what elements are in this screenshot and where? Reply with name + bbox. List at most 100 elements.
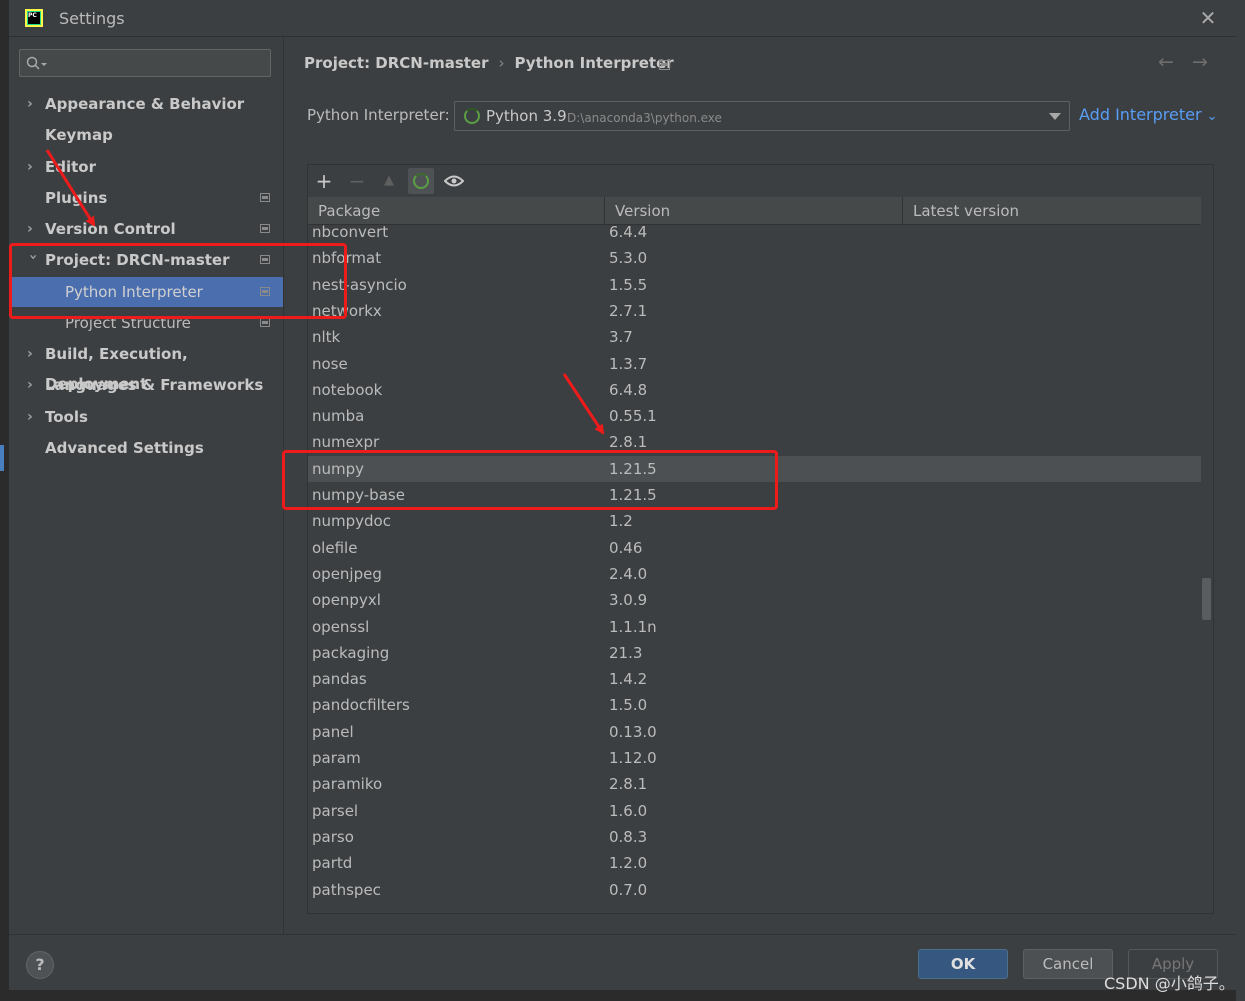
package-name-cell: openpyxl (312, 591, 381, 609)
column-header-package[interactable]: Package (308, 197, 605, 225)
sidebar-item-languages[interactable]: › Languages & Frameworks (9, 370, 283, 400)
back-arrow-icon[interactable]: ← (1158, 51, 1174, 73)
table-row[interactable]: parso 0.8.3 (308, 824, 1201, 850)
table-row[interactable]: openjpeg 2.4.0 (308, 561, 1201, 587)
sidebar-item-tools[interactable]: › Tools (9, 402, 283, 432)
settings-search-input[interactable] (19, 49, 271, 77)
table-row[interactable]: pathspec 0.7.0 (308, 877, 1201, 903)
interpreter-dropdown[interactable]: Python 3.9 D:\anaconda3\python.exe (454, 101, 1070, 131)
table-row[interactable]: param 1.12.0 (308, 745, 1201, 771)
table-row[interactable]: packaging 21.3 (308, 640, 1201, 666)
package-version-cell: 1.5.0 (609, 696, 648, 714)
packages-toolbar: + − ▲ (308, 165, 1213, 197)
settings-dialog: PC Settings ✕ › Appearance & Behavior Ke… (9, 0, 1236, 990)
table-row[interactable]: partd 1.2.0 (308, 850, 1201, 876)
table-row[interactable]: numexpr 2.8.1 (308, 429, 1201, 455)
packages-table-body: nbconvert 6.4.4 nbformat 5.3.0 nest-asyncio 1… (308, 225, 1201, 913)
package-name-cell: paramiko (312, 775, 383, 793)
sidebar-item-label: Appearance & Behavior (45, 95, 245, 113)
package-name-cell: networkx (312, 302, 382, 320)
package-version-cell: 0.13.0 (609, 723, 657, 741)
sidebar-item-editor[interactable]: › Editor (9, 152, 283, 182)
table-row[interactable]: openpyxl 3.0.9 (308, 587, 1201, 613)
table-row[interactable]: numpydoc 1.2 (308, 508, 1201, 534)
package-version-cell: 0.8.3 (609, 828, 648, 846)
sidebar-item-label: Plugins (45, 189, 108, 207)
sidebar-item-version-control[interactable]: › Version Control (9, 214, 283, 244)
table-scrollbar[interactable] (1201, 197, 1213, 913)
table-row[interactable]: nbformat 5.3.0 (308, 245, 1201, 271)
package-version-cell: 1.4.2 (609, 670, 648, 688)
column-header-latest-version[interactable]: Latest version (903, 197, 1201, 225)
table-row[interactable]: numba 0.55.1 (308, 403, 1201, 429)
upgrade-package-icon[interactable]: ▲ (376, 168, 402, 194)
table-row[interactable]: networkx 2.7.1 (308, 298, 1201, 324)
sidebar-item-project-structure[interactable]: Project Structure (9, 308, 283, 338)
package-version-cell: 2.8.1 (609, 433, 648, 451)
search-icon (26, 56, 47, 70)
pycharm-app-icon: PC (25, 9, 43, 27)
table-row[interactable]: pandocfilters 1.5.0 (308, 692, 1201, 718)
project-scope-icon (659, 60, 670, 70)
window-title: Settings (59, 9, 125, 28)
package-version-cell: 1.1.1n (609, 618, 657, 636)
package-name-cell: numpy (312, 460, 365, 478)
table-row[interactable]: nltk 3.7 (308, 324, 1201, 350)
main-panel: Project: DRCN-master › Python Interpreter … (284, 37, 1236, 934)
sidebar-item-keymap[interactable]: Keymap (9, 120, 283, 150)
table-row[interactable]: pandas 1.4.2 (308, 666, 1201, 692)
table-row[interactable]: olefile 0.46 (308, 535, 1201, 561)
table-row[interactable]: notebook 6.4.8 (308, 377, 1201, 403)
sidebar-item-build[interactable]: › Build, Execution, Deployment (9, 339, 283, 393)
package-name-cell: nbformat (312, 249, 382, 267)
package-name-cell: packaging (312, 644, 390, 662)
show-latest-eye-icon[interactable] (441, 168, 467, 194)
sidebar-item-label: Tools (45, 408, 88, 426)
help-button[interactable]: ? (26, 951, 54, 979)
table-row[interactable]: numpy-base 1.21.5 (308, 482, 1201, 508)
python-env-icon (464, 108, 480, 124)
table-row[interactable]: panel 0.13.0 (308, 719, 1201, 745)
sidebar-item-label: Editor (45, 158, 96, 176)
forward-arrow-icon[interactable]: → (1192, 51, 1208, 73)
remove-package-icon[interactable]: − (344, 168, 370, 194)
package-name-cell: nbconvert (312, 225, 389, 241)
package-name-cell: olefile (312, 539, 358, 557)
sidebar-item-python-interpreter[interactable]: Python Interpreter (12, 277, 283, 307)
table-row[interactable]: nbconvert 6.4.4 (308, 225, 1201, 245)
sidebar-item-project[interactable]: › Project: DRCN-master (9, 245, 283, 275)
close-icon[interactable]: ✕ (1197, 7, 1219, 29)
ok-button[interactable]: OK (918, 949, 1008, 979)
project-scope-icon (260, 224, 270, 233)
package-name-cell: partd (312, 854, 353, 872)
packages-panel: + − ▲ Package Version Latest version nbc… (307, 164, 1214, 914)
scrollbar-thumb[interactable] (1202, 578, 1211, 620)
sidebar-item-plugins[interactable]: Plugins (9, 183, 283, 213)
package-version-cell: 2.4.0 (609, 565, 648, 583)
settings-sidebar: › Appearance & Behavior Keymap › Editor … (9, 37, 283, 934)
table-row[interactable]: paramiko 2.8.1 (308, 771, 1201, 797)
cancel-button[interactable]: Cancel (1023, 949, 1113, 979)
package-name-cell: parso (312, 828, 354, 846)
sidebar-item-appearance[interactable]: › Appearance & Behavior (9, 89, 283, 119)
sidebar-item-advanced[interactable]: Advanced Settings (9, 433, 283, 463)
package-version-cell: 1.5.5 (609, 276, 648, 294)
package-name-cell: numexpr (312, 433, 380, 451)
breadcrumb-project: Project: DRCN-master (304, 54, 489, 72)
table-row[interactable]: nose 1.3.7 (308, 351, 1201, 377)
refresh-spinner-icon[interactable] (408, 168, 434, 194)
package-version-cell: 21.3 (609, 644, 643, 662)
table-row[interactable]: numpy 1.21.5 (308, 456, 1201, 482)
package-version-cell: 2.7.1 (609, 302, 648, 320)
package-name-cell: pandas (312, 670, 367, 688)
table-row[interactable]: parsel 1.6.0 (308, 798, 1201, 824)
breadcrumb-separator: › (498, 54, 505, 72)
table-row[interactable]: openssl 1.1.1n (308, 614, 1201, 640)
background-edge-bottom (0, 990, 1245, 1001)
column-header-version[interactable]: Version (605, 197, 903, 225)
package-name-cell: numba (312, 407, 365, 425)
chevron-right-icon: › (27, 409, 33, 425)
add-package-icon[interactable]: + (311, 168, 337, 194)
add-interpreter-link[interactable]: Add Interpreter ⌄ (1079, 105, 1218, 124)
table-row[interactable]: nest-asyncio 1.5.5 (308, 272, 1201, 298)
